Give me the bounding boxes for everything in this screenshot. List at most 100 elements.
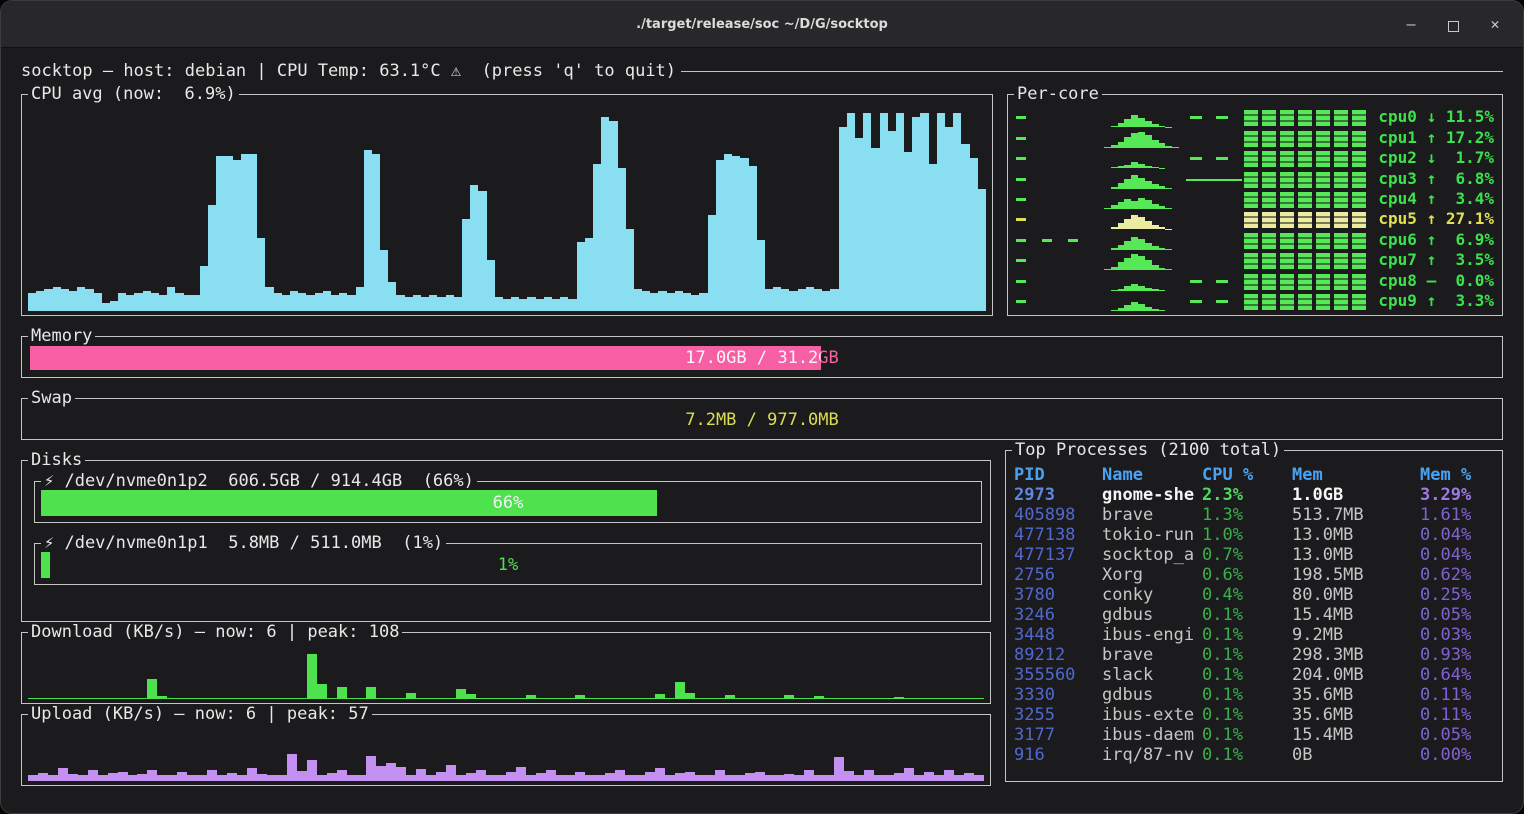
bar — [691, 295, 699, 311]
process-cpu: 0.1% — [1202, 665, 1292, 685]
bar — [1145, 181, 1152, 188]
bar — [964, 698, 974, 700]
disk-nvme0n1p1-title: ⚡ /dev/nvme0n1p1 5.8MB / 511.0MB (1%) — [41, 533, 446, 553]
process-cpu: 0.1% — [1202, 705, 1292, 725]
bar — [595, 775, 605, 782]
bar — [470, 185, 478, 311]
bar — [282, 295, 290, 311]
bar — [645, 698, 655, 700]
bar — [134, 293, 142, 311]
core-dense-history — [1244, 110, 1366, 126]
process-row: 2756Xorg0.6%198.5MB0.62% — [1014, 565, 1494, 585]
bar — [1138, 178, 1145, 189]
core-mid-zone — [1186, 127, 1244, 147]
process-name: ibus-daem — [1102, 725, 1202, 745]
bar — [708, 215, 716, 311]
bar — [536, 698, 546, 700]
bar — [814, 696, 824, 699]
col-header-name: Name — [1102, 465, 1202, 485]
bar — [839, 127, 847, 311]
core-history-chart — [1104, 232, 1186, 250]
terminal-content[interactable]: socktop — host: debian | CPU Temp: 63.1°… — [1, 48, 1523, 813]
core-history-chart — [1104, 252, 1186, 270]
bar — [781, 289, 789, 311]
process-mem: 513.7MB — [1292, 505, 1420, 525]
core-label: cpu8 – 0.0% — [1366, 271, 1494, 291]
bar — [216, 156, 224, 311]
bar — [380, 250, 388, 311]
maximize-button[interactable] — [1445, 16, 1461, 32]
core-dense-history — [1244, 233, 1366, 249]
bar — [456, 775, 466, 782]
col-header-pid: PID — [1014, 465, 1102, 485]
bar — [267, 698, 277, 700]
bar — [44, 289, 52, 311]
process-row: 89212brave0.1%298.3MB0.93% — [1014, 645, 1494, 665]
process-pid: 2756 — [1014, 565, 1102, 585]
bar — [1152, 309, 1159, 311]
bar — [625, 698, 635, 700]
bar — [634, 289, 642, 311]
bar — [516, 767, 526, 781]
bar — [416, 698, 426, 700]
bar — [773, 287, 781, 311]
process-pid: 3255 — [1014, 705, 1102, 725]
bar — [77, 287, 85, 311]
bar — [184, 295, 192, 311]
bar — [108, 698, 118, 700]
process-row: 3246gdbus0.1%15.4MB0.05% — [1014, 605, 1494, 625]
bar — [1145, 307, 1152, 312]
core-label: cpu7 ↑ 3.5% — [1366, 250, 1494, 270]
core-row-cpu3: cpu3 ↑ 6.8% — [1016, 168, 1494, 188]
app-header: socktop — host: debian | CPU Temp: 63.1°… — [21, 60, 1503, 82]
bar — [128, 775, 138, 782]
bar — [536, 299, 544, 311]
bar — [974, 775, 984, 782]
bar — [456, 689, 466, 699]
bar — [635, 775, 645, 782]
bar — [864, 770, 874, 781]
core-activity-ticks — [1016, 107, 1104, 127]
process-memp: 0.04% — [1420, 525, 1494, 545]
line — [1186, 179, 1242, 181]
bar — [476, 698, 486, 700]
bar — [94, 293, 102, 311]
bar — [705, 698, 715, 700]
download-chart — [28, 649, 984, 699]
bar — [356, 698, 366, 700]
bar — [306, 295, 314, 311]
bar — [406, 693, 416, 699]
titlebar[interactable]: ./target/release/soc ~/D/G/socktop – ✕ — [1, 1, 1523, 48]
process-cpu: 1.3% — [1202, 505, 1292, 525]
bar — [683, 293, 691, 311]
process-name: brave — [1102, 505, 1202, 525]
bar — [511, 297, 519, 311]
bar — [347, 295, 355, 311]
bar — [337, 770, 347, 781]
bar — [732, 156, 740, 311]
bar — [1138, 132, 1145, 148]
core-label: cpu9 ↑ 3.3% — [1366, 291, 1494, 311]
minimize-button[interactable]: – — [1403, 16, 1419, 32]
bar — [274, 293, 282, 311]
bar — [426, 698, 436, 700]
bar — [715, 770, 725, 781]
bar — [914, 698, 924, 700]
bar — [78, 698, 88, 700]
bar — [298, 293, 306, 311]
bar — [954, 775, 964, 782]
bar — [277, 698, 287, 700]
bar — [755, 772, 765, 781]
bar — [605, 698, 615, 700]
core-dense-history — [1244, 151, 1366, 167]
swap-gauge-label-tail: 7.2MB / 977.0MB — [30, 408, 1494, 432]
close-button[interactable]: ✕ — [1487, 16, 1503, 32]
bar — [724, 154, 732, 311]
bar — [904, 768, 914, 781]
bar — [118, 698, 128, 700]
process-cpu: 0.4% — [1202, 585, 1292, 605]
core-dense-history — [1244, 274, 1366, 290]
core-history-chart — [1104, 130, 1186, 148]
bar — [834, 698, 844, 700]
bar — [446, 295, 454, 311]
